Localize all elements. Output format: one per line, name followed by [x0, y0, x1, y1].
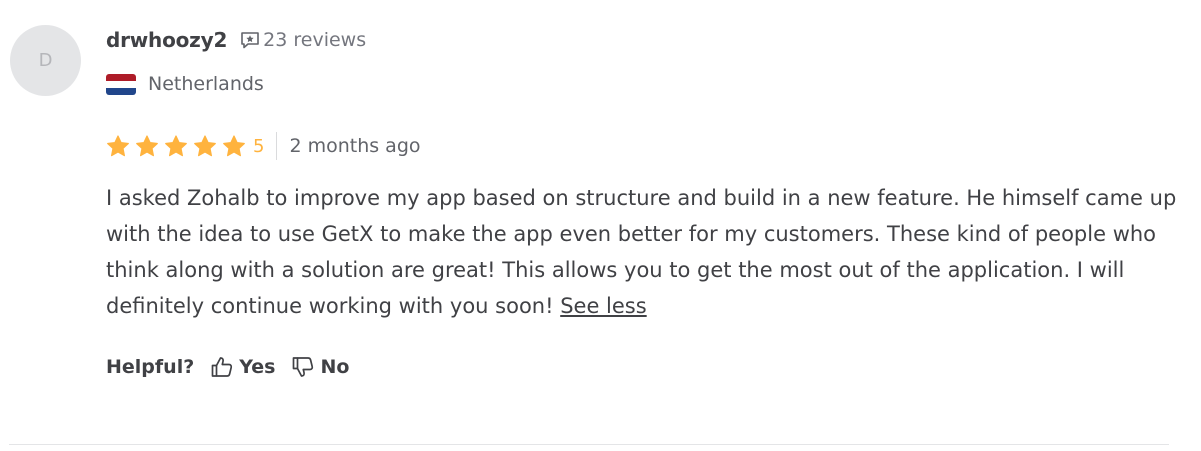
reviewer-header: drwhoozy2 23 reviews — [106, 25, 366, 55]
netherlands-flag-icon — [106, 73, 136, 95]
star-icon — [165, 134, 187, 156]
helpful-no-button[interactable]: No — [291, 356, 349, 378]
review-card: D drwhoozy2 23 reviews Netherlands 5 2 m… — [0, 0, 1201, 451]
review-count-label: 23 reviews — [263, 29, 367, 51]
rating-row: 5 2 months ago — [106, 131, 421, 161]
avatar-initial: D — [38, 50, 53, 71]
thumbs-up-icon — [211, 357, 233, 377]
thumbs-down-icon — [293, 357, 314, 377]
review-date: 2 months ago — [289, 135, 421, 157]
star-icon — [194, 134, 216, 156]
rating-value: 5 — [253, 135, 265, 157]
review-text: I asked Zohalb to improve my app based o… — [106, 180, 1181, 324]
helpful-yes-button[interactable]: Yes — [210, 356, 275, 378]
avatar[interactable]: D — [10, 25, 81, 96]
helpful-row: Helpful? Yes No — [106, 352, 349, 382]
review-count-icon — [241, 32, 259, 49]
rating-divider — [276, 132, 278, 160]
country-name: Netherlands — [148, 73, 264, 95]
star-icon — [107, 134, 129, 156]
star-rating — [106, 134, 251, 158]
review-divider — [9, 444, 1169, 445]
helpful-no-label: No — [320, 356, 350, 378]
reviewer-country: Netherlands — [106, 70, 264, 98]
review-count: 23 reviews — [239, 29, 366, 51]
star-icon — [223, 134, 245, 156]
helpful-yes-label: Yes — [239, 356, 276, 378]
helpful-label: Helpful? — [106, 356, 195, 378]
star-icon — [136, 134, 158, 156]
see-less-link[interactable]: See less — [560, 294, 646, 318]
flag-stripe-red — [106, 73, 136, 81]
flag-stripe-blue — [106, 87, 136, 95]
flag-stripe-white — [106, 80, 136, 88]
username[interactable]: drwhoozy2 — [106, 28, 227, 52]
